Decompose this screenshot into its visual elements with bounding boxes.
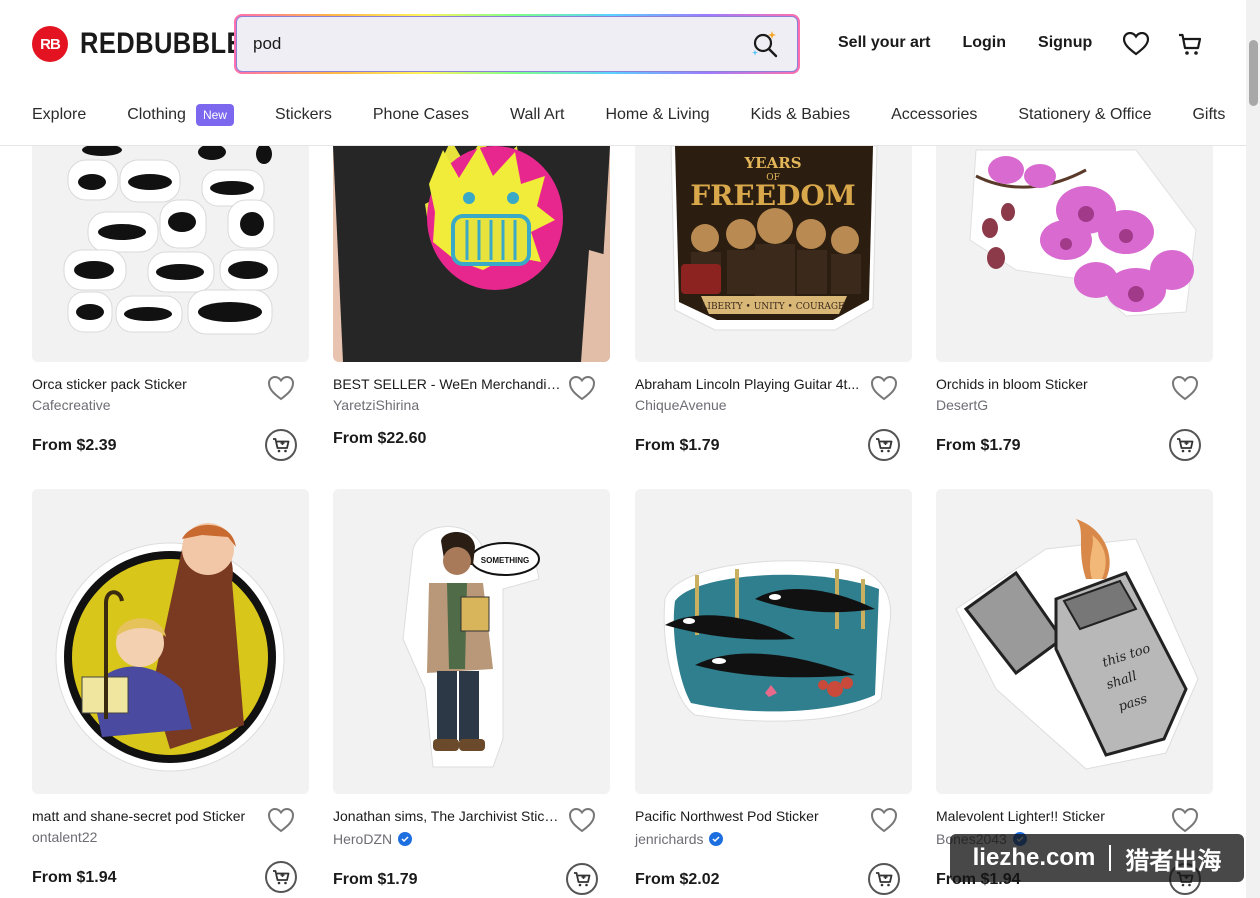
nav-label: Accessories: [891, 106, 978, 123]
product-image[interactable]: this too shall pass: [936, 489, 1213, 794]
nav-label: Wall Art: [509, 106, 565, 123]
product-card[interactable]: this too shall pass Malevolent Lighter!!…: [936, 489, 1213, 895]
sell-your-art-link[interactable]: Sell your art: [838, 34, 930, 52]
nav-label: Home & Living: [605, 106, 710, 123]
product-title[interactable]: Abraham Lincoln Playing Guitar 4t...: [635, 376, 865, 392]
speech-bubble-text: SOMETHING: [481, 556, 529, 565]
cart-icon[interactable]: [1176, 30, 1204, 58]
product-title[interactable]: matt and shane-secret pod Sticker: [32, 808, 262, 824]
new-badge: New: [195, 104, 234, 126]
product-price: From $2.02: [635, 871, 720, 888]
favorites-heart-icon[interactable]: [1122, 30, 1150, 58]
header-icons: [1122, 30, 1204, 58]
nav-label: Gifts: [1192, 106, 1226, 123]
favorite-heart-icon[interactable]: [568, 375, 596, 403]
search-bar: [234, 14, 800, 74]
search-field-wrapper: [236, 16, 798, 72]
favorite-heart-icon[interactable]: [870, 375, 898, 403]
nav-label: Stationery & Office: [1018, 106, 1152, 123]
nav-kids-babies[interactable]: Kids & Babies: [751, 106, 851, 124]
logo-mark: RB: [32, 26, 68, 62]
artist-name: DesertG: [936, 397, 989, 413]
site-header: RB REDBUBBLE Sell your art Login Signup: [0, 0, 1260, 146]
add-to-cart-icon[interactable]: [265, 429, 297, 461]
scrollbar-thumb[interactable]: [1249, 40, 1258, 106]
artist-name: ChiqueAvenue: [635, 397, 727, 413]
nav-label: Kids & Babies: [750, 106, 851, 123]
nav-accessories[interactable]: Accessories: [891, 106, 977, 124]
product-price: From $1.79: [333, 871, 418, 888]
artist-name: Cafecreative: [32, 397, 111, 413]
product-artist[interactable]: jenrichards: [635, 831, 724, 847]
add-to-cart-icon[interactable]: [265, 861, 297, 893]
add-to-cart-icon[interactable]: [566, 863, 598, 895]
product-price: From $1.94: [32, 869, 117, 886]
product-price: From $2.39: [32, 437, 117, 454]
artist-name: YaretziShirina: [333, 397, 420, 413]
product-title[interactable]: Malevolent Lighter!! Sticker: [936, 808, 1166, 824]
product-price: From $22.60: [333, 430, 427, 447]
freedom-years-text: YEARS: [743, 154, 801, 172]
product-artist[interactable]: HeroDZN: [333, 831, 413, 847]
product-title[interactable]: Orca sticker pack Sticker: [32, 376, 262, 392]
search-input[interactable]: [253, 34, 749, 54]
nav-label: Explore: [32, 106, 87, 123]
product-artist[interactable]: ChiqueAvenue: [635, 397, 727, 413]
add-to-cart-icon[interactable]: [868, 863, 900, 895]
nav-home-living[interactable]: Home & Living: [605, 106, 709, 124]
product-image[interactable]: [32, 489, 309, 794]
artist-name: jenrichards: [635, 831, 704, 847]
product-image[interactable]: [635, 489, 912, 794]
nav-explore[interactable]: Explore: [32, 106, 86, 124]
product-card[interactable]: matt and shane-secret pod Sticker ontale…: [32, 489, 309, 893]
logo-text: REDBUBBLE: [80, 27, 244, 60]
product-title[interactable]: Pacific Northwest Pod Sticker: [635, 808, 865, 824]
signup-link[interactable]: Signup: [1038, 34, 1092, 52]
nav-phone-cases[interactable]: Phone Cases: [373, 106, 469, 124]
watermark-left-text: liezhe.com: [972, 844, 1096, 871]
category-nav: Explore Clothing New Stickers Phone Cases…: [32, 104, 1225, 126]
favorite-heart-icon[interactable]: [267, 807, 295, 835]
add-to-cart-icon[interactable]: [1169, 429, 1201, 461]
favorite-heart-icon[interactable]: [568, 807, 596, 835]
artist-name: ontalent22: [32, 829, 98, 845]
product-artist[interactable]: ontalent22: [32, 829, 97, 845]
nav-clothing[interactable]: Clothing New: [127, 104, 234, 126]
header-links: Sell your art Login Signup: [838, 34, 1092, 52]
add-to-cart-icon[interactable]: [868, 429, 900, 461]
verified-badge-icon: [398, 832, 413, 846]
watermark: liezhe.com 猎者出海: [950, 834, 1244, 882]
watermark-divider: [1109, 845, 1112, 871]
nav-wall-art[interactable]: Wall Art: [510, 106, 565, 124]
favorite-heart-icon[interactable]: [1171, 807, 1199, 835]
favorite-heart-icon[interactable]: [1171, 375, 1199, 403]
product-title[interactable]: BEST SELLER - WeEn Merchandise...: [333, 376, 563, 392]
page-scrollbar[interactable]: [1246, 0, 1260, 898]
verified-badge-icon: [709, 832, 724, 846]
product-artist[interactable]: YaretziShirina: [333, 397, 419, 413]
nav-label: Stickers: [274, 106, 332, 123]
login-link[interactable]: Login: [962, 34, 1006, 52]
nav-stationery-office[interactable]: Stationery & Office: [1018, 106, 1151, 124]
nav-label: Phone Cases: [372, 106, 469, 123]
product-image[interactable]: SOMETHING: [333, 489, 610, 794]
product-title[interactable]: Orchids in bloom Sticker: [936, 376, 1166, 392]
nav-label: Clothing: [127, 106, 186, 123]
favorite-heart-icon[interactable]: [870, 807, 898, 835]
product-card[interactable]: SOMETHING Jonathan sims, The Jarchivist …: [333, 489, 610, 895]
nav-stickers[interactable]: Stickers: [275, 106, 332, 124]
search-sparkle-icon[interactable]: [749, 28, 781, 60]
artist-name: HeroDZN: [333, 831, 393, 847]
product-artist[interactable]: DesertG: [936, 397, 988, 413]
product-card[interactable]: Pacific Northwest Pod Sticker jenrichard…: [635, 489, 912, 895]
product-price: From $1.79: [635, 437, 720, 454]
favorite-heart-icon[interactable]: [267, 375, 295, 403]
freedom-title-text: FREEDOM: [690, 179, 856, 212]
product-title[interactable]: Jonathan sims, The Jarchivist Sticker: [333, 808, 563, 824]
watermark-right-text: 猎者出海: [1125, 847, 1222, 875]
product-price: From $1.79: [936, 437, 1021, 454]
nav-gifts[interactable]: Gifts: [1192, 106, 1225, 124]
product-artist[interactable]: Cafecreative: [32, 397, 111, 413]
freedom-motto-text: LIBERTY • UNITY • COURAGE: [701, 302, 844, 312]
